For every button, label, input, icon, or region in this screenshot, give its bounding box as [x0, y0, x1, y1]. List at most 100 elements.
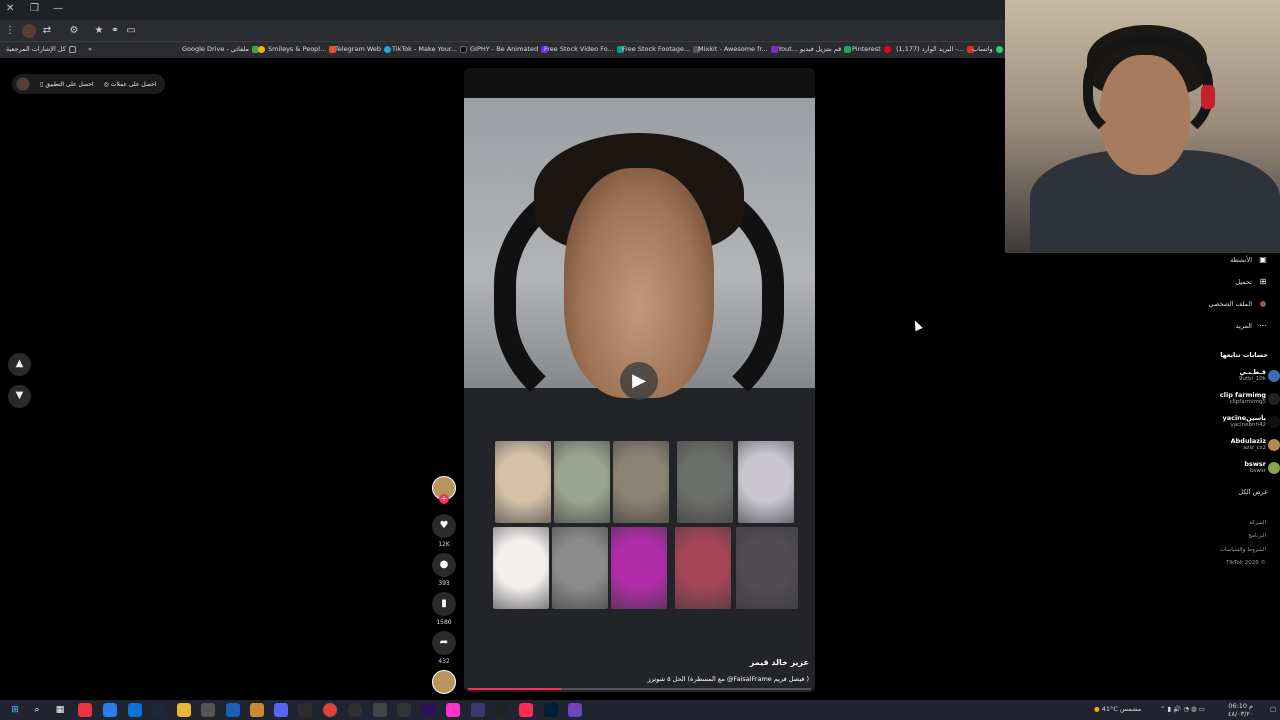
bookmark-telegram[interactable]: Telegram Web — [335, 45, 392, 53]
app-icon-1[interactable] — [78, 703, 92, 717]
previous-video-button[interactable]: ▲ — [8, 353, 31, 376]
video-author-name[interactable]: عزيز خالد قيمز — [750, 658, 809, 667]
file-explorer-icon[interactable] — [177, 703, 191, 717]
sidebar-item-profile[interactable]: الملف الشخصي ● — [1209, 299, 1268, 309]
search-icon[interactable]: ⌕ — [30, 703, 44, 717]
account-avatar[interactable] — [1268, 462, 1280, 474]
bookmark-whatsapp[interactable]: واتساب — [972, 45, 1003, 53]
account-avatar[interactable] — [1268, 416, 1280, 428]
more-icon: ⋯ — [1259, 321, 1267, 330]
like-button[interactable]: ♥ — [432, 514, 456, 538]
profile-avatar[interactable] — [22, 24, 36, 38]
notification-icon[interactable]: ▢ — [1270, 705, 1276, 713]
user-avatar[interactable] — [16, 77, 30, 91]
sidebar-item-activity[interactable]: الأنشطة ▣ — [1230, 255, 1268, 265]
menu-icon[interactable]: ⋮ — [3, 24, 17, 38]
bookmarks-bar: كل الإشارات المرجعية » Google Drive - مل… — [0, 42, 1005, 58]
comment-button[interactable]: ● — [432, 553, 456, 577]
account-handle: yacinebnh42 — [1230, 422, 1266, 428]
next-video-button[interactable]: ▼ — [8, 385, 31, 408]
clock[interactable]: 06:10 م ٤٨/٠٣/٢٠ — [1228, 702, 1253, 718]
sound-disc[interactable] — [432, 670, 456, 694]
app-icon-5[interactable] — [226, 703, 240, 717]
save-button[interactable]: ▮ — [432, 592, 456, 616]
get-coins-button[interactable]: ◎ احصل على عملات — [104, 81, 157, 88]
sidebar-item-upload[interactable]: تحميل ⊞ — [1235, 277, 1268, 287]
followed-account[interactable]: clip farmimg clipfarmimg5 — [1220, 391, 1266, 405]
bookmark-more[interactable]: » — [88, 45, 92, 53]
bookmark-smileys[interactable]: Smileys & Peopl... — [258, 45, 337, 53]
tab-search-icon[interactable]: ⇄ — [40, 24, 54, 38]
account-handle: bswsr — [1250, 468, 1266, 474]
app-icon-2[interactable] — [103, 703, 117, 717]
like-count: 12K — [438, 541, 450, 548]
weather-widget[interactable]: ● 41°C مشمس — [1094, 705, 1141, 713]
photoshop-icon[interactable] — [544, 703, 558, 717]
bookmark-giphy[interactable]: GIPHY - Be Animated — [470, 45, 549, 53]
heart-icon: ♥ — [439, 520, 449, 531]
task-view-icon[interactable]: ▦ — [53, 703, 67, 717]
app-icon-4[interactable] — [201, 703, 215, 717]
link-icon[interactable]: ⚭ — [108, 24, 122, 38]
bookmark-all[interactable]: كل الإشارات المرجعية — [6, 45, 76, 53]
bookmark-mixkit[interactable]: Mixkit - Awesome fr... — [698, 45, 778, 53]
bookmark-pinterest[interactable]: Pinterest — [852, 45, 891, 53]
account-name: Abdulaziz — [1230, 437, 1266, 445]
bookmark-free-stock-video[interactable]: Free Stock Video Fo... — [544, 45, 624, 53]
account-handle: 9utbi_10k — [1238, 376, 1266, 382]
account-avatar[interactable] — [1268, 393, 1280, 405]
share-button[interactable]: ➦ — [432, 631, 456, 655]
followed-account[interactable]: yacineياسين yacinebnh42 — [1222, 414, 1266, 428]
bookmark-gmail[interactable]: (1,177) البريد الوارد -... — [896, 45, 974, 53]
bookmark-free-stock-footage[interactable]: Free Stock Footage... — [622, 45, 701, 53]
cast-icon[interactable]: ▭ — [124, 24, 138, 38]
bookmark-downloader[interactable]: Yout... قم بتنزيل فيديو — [778, 45, 852, 53]
system-tray-icons[interactable]: ⌃ ▮ 🔊 ◔ ◍ ▭ — [1160, 705, 1205, 713]
app-icon-12[interactable] — [495, 703, 509, 717]
app-icon-10[interactable] — [446, 703, 460, 717]
app-icon-6[interactable] — [250, 703, 264, 717]
followed-account[interactable]: قـطـبـي 9utbi_10k — [1239, 368, 1266, 382]
video-progress-bar[interactable] — [468, 688, 811, 690]
steam-icon[interactable] — [152, 703, 166, 717]
premiere-icon[interactable] — [422, 703, 436, 717]
footer-program[interactable]: البرنامج — [1248, 533, 1266, 539]
close-window-icon[interactable]: ✕ — [6, 3, 14, 14]
browser-titlebar: ✕ ❐ — — [0, 0, 1005, 20]
account-name: yacineياسين — [1222, 414, 1266, 422]
windows-taskbar: ⊞ ⌕ ▦ ● 41°C مشمس ⌃ ▮ 🔊 ◔ ◍ ▭ 06:10 م ٤٨/… — [0, 700, 1280, 720]
extensions-icon[interactable]: ⚙ — [67, 24, 81, 38]
follow-plus-icon[interactable]: + — [439, 494, 449, 504]
bookmark-tiktok[interactable]: TikTok - Make Your... — [392, 45, 468, 53]
app-icon-8[interactable] — [373, 703, 387, 717]
blurred-thumbnail — [493, 527, 549, 609]
footer-terms[interactable]: الشروط والسياسات — [1220, 547, 1266, 553]
app-icon-13[interactable] — [568, 703, 582, 717]
see-all-link[interactable]: عرض الكل — [1238, 488, 1268, 496]
app-icon-7[interactable] — [298, 703, 312, 717]
followed-account[interactable]: Abdulaziz aziz_cs2 — [1231, 437, 1266, 451]
minimize-window-icon[interactable]: — — [53, 3, 63, 14]
footer-company[interactable]: الشركة — [1249, 520, 1266, 526]
app-icon-11[interactable] — [471, 703, 485, 717]
bookmark-star-icon[interactable]: ★ — [92, 24, 106, 38]
account-avatar[interactable] — [1268, 439, 1280, 451]
tiktok-icon[interactable] — [519, 703, 533, 717]
get-app-button[interactable]: ▯ احصل على التطبيق — [40, 81, 94, 88]
followed-account[interactable]: bswsr bswsr — [1244, 460, 1266, 474]
restore-window-icon[interactable]: ❐ — [30, 3, 39, 14]
comment-icon: ● — [439, 559, 449, 570]
browser-toolbar: ⋮ ⇄ ⚙ ★ ⚭ ▭ — [0, 20, 1005, 42]
video-player[interactable]: ▶ عزيز خالد قيمز الحل ٥ شوترز (مع المسطر… — [464, 68, 815, 692]
obs-icon[interactable] — [348, 703, 362, 717]
app-icon-3[interactable] — [128, 703, 142, 717]
play-button[interactable]: ▶ — [620, 362, 658, 400]
app-icon-9[interactable] — [397, 703, 411, 717]
account-avatar[interactable] — [1268, 370, 1280, 382]
blurred-thumbnail — [736, 527, 798, 609]
sidebar-item-more[interactable]: المزيد ⋯ — [1236, 321, 1268, 331]
bookmark-google-drive[interactable]: Google Drive - ملفاتي — [182, 45, 259, 53]
discord-icon[interactable] — [274, 703, 288, 717]
start-icon[interactable]: ⊞ — [8, 703, 22, 717]
chrome-icon[interactable] — [323, 703, 337, 717]
